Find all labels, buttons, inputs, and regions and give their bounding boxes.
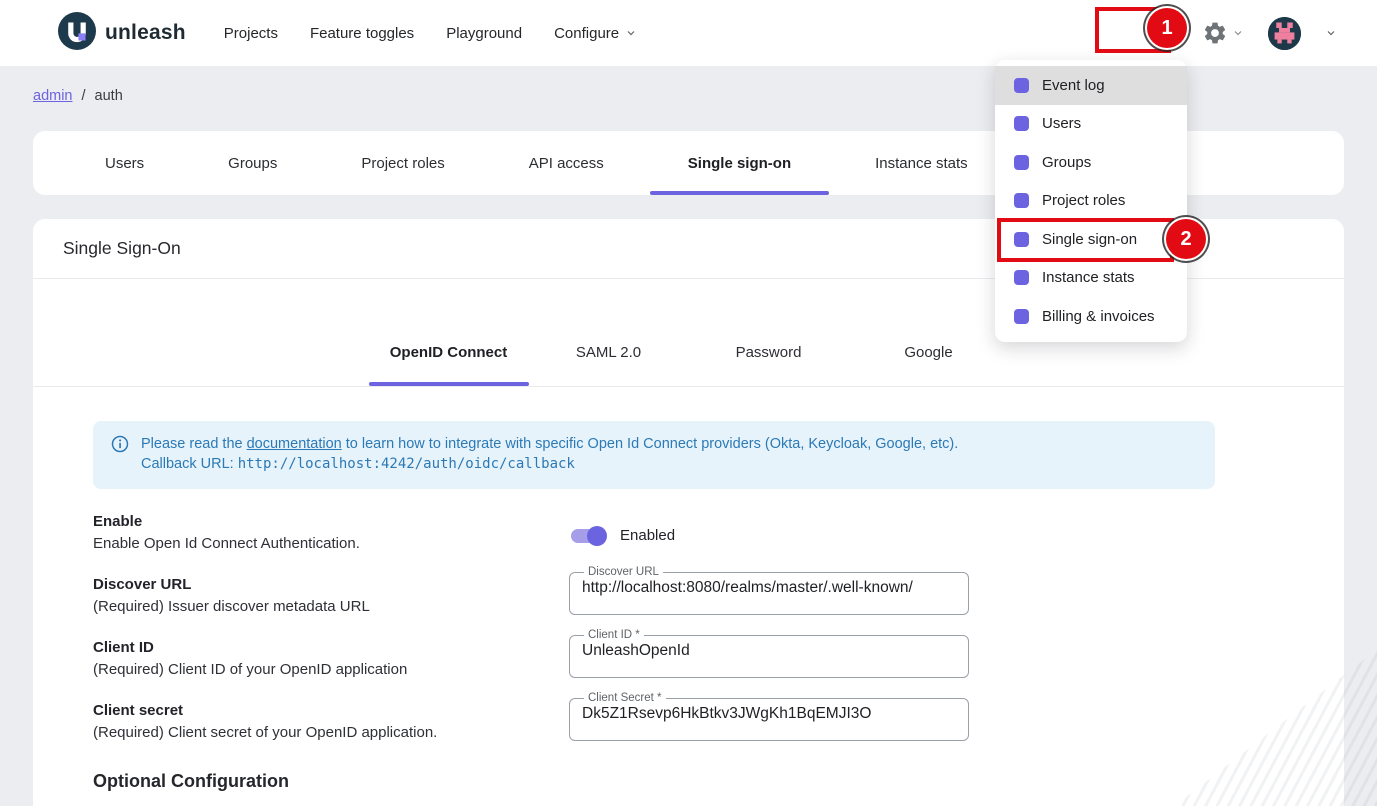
nav-feature-toggles[interactable]: Feature toggles [310,25,414,42]
client-id-description: (Required) Client ID of your OpenID appl… [93,661,569,678]
user-avatar[interactable] [1268,17,1301,50]
client-id-label: Client ID [93,639,569,656]
menu-item-groups[interactable]: Groups [995,143,1187,182]
client-id-input-label: Client ID * [584,629,644,641]
oidc-form: Please read the documentation to learn h… [33,387,1344,792]
gear-icon [1202,20,1228,46]
client-secret-input-label: Client Secret * [584,692,666,704]
menu-square-icon [1014,270,1029,285]
client-secret-input[interactable] [582,704,956,731]
menu-square-icon [1014,193,1029,208]
discover-url-input-label: Discover URL [584,566,663,578]
client-secret-fieldset: Client Secret * [569,692,969,741]
tab-users[interactable]: Users [63,131,186,195]
annotation-badge-1: 1 [1147,8,1187,48]
tab-instance-stats[interactable]: Instance stats [833,131,1010,195]
discover-url-label: Discover URL [93,576,569,593]
info-icon [111,435,129,453]
menu-item-billing-invoices[interactable]: Billing & invoices [995,297,1187,336]
menu-item-label: Single sign-on [1042,231,1137,248]
chevron-down-icon [625,27,637,39]
menu-square-icon [1014,232,1029,247]
callback-url-value: http://localhost:4242/auth/oidc/callback [238,456,575,472]
profile-chevron-down-icon[interactable] [1325,27,1337,39]
enable-label: Enable [93,513,569,530]
nav-configure-label: Configure [554,25,619,42]
menu-item-instance-stats[interactable]: Instance stats [995,259,1187,298]
menu-item-label: Billing & invoices [1042,308,1155,325]
enable-toggle-group: Enabled [569,519,675,552]
discover-url-description: (Required) Issuer discover metadata URL [93,598,569,615]
breadcrumb-admin-link[interactable]: admin [33,88,73,104]
menu-square-icon [1014,116,1029,131]
tab-groups[interactable]: Groups [186,131,319,195]
client-secret-description: (Required) Client secret of your OpenID … [93,724,569,741]
callback-url-label: Callback URL: [141,456,234,472]
enable-row: Enable Enable Open Id Connect Authentica… [93,513,1284,552]
discover-url-labels: Discover URL (Required) Issuer discover … [93,576,569,615]
menu-item-label: Project roles [1042,192,1125,209]
unleash-logo-icon [58,12,96,55]
menu-item-label: Groups [1042,154,1091,171]
tab-openid-connect[interactable]: OpenID Connect [369,323,529,386]
unleash-logo[interactable]: unleash [58,12,186,55]
settings-dropdown-menu: Event log Users Groups Project roles Sin… [995,60,1187,342]
menu-square-icon [1014,155,1029,170]
brand-name: unleash [105,21,186,45]
annotation-badge-2: 2 [1166,219,1206,259]
optional-configuration-heading: Optional Configuration [93,771,1284,792]
client-id-labels: Client ID (Required) Client ID of your O… [93,639,569,678]
discover-url-row: Discover URL (Required) Issuer discover … [93,576,1284,615]
enable-toggle[interactable] [569,526,607,546]
menu-item-event-log[interactable]: Event log [995,66,1187,105]
tab-project-roles[interactable]: Project roles [319,131,486,195]
tab-google[interactable]: Google [849,323,1009,386]
main-nav: Projects Feature toggles Playground Conf… [224,25,637,42]
menu-item-label: Instance stats [1042,269,1135,286]
client-id-fieldset: Client ID * [569,629,969,678]
settings-menu-button[interactable] [1202,20,1244,46]
info-alert-text: Please read the documentation to learn h… [141,434,958,474]
tab-saml[interactable]: SAML 2.0 [529,323,689,386]
discover-url-input[interactable] [582,578,956,605]
enable-description: Enable Open Id Connect Authentication. [93,535,569,552]
tab-single-sign-on[interactable]: Single sign-on [646,131,833,195]
page-title: Single Sign-On [63,238,181,259]
tab-password[interactable]: Password [689,323,849,386]
menu-item-single-sign-on[interactable]: Single sign-on [995,220,1187,259]
tab-api-access[interactable]: API access [487,131,646,195]
chevron-down-icon [1232,27,1244,39]
toggle-thumb [587,526,607,546]
nav-configure[interactable]: Configure [554,25,637,42]
menu-item-label: Event log [1042,77,1105,94]
menu-item-project-roles[interactable]: Project roles [995,182,1187,221]
client-id-row: Client ID (Required) Client ID of your O… [93,639,1284,678]
menu-square-icon [1014,309,1029,324]
alert-text-after: to learn how to integrate with specific … [342,436,959,452]
nav-projects[interactable]: Projects [224,25,278,42]
breadcrumb-current: auth [95,88,123,104]
breadcrumb-separator: / [82,88,86,104]
alert-text-before: Please read the [141,436,247,452]
documentation-link[interactable]: documentation [247,436,342,452]
enable-labels: Enable Enable Open Id Connect Authentica… [93,513,569,552]
enable-toggle-label: Enabled [620,527,675,544]
menu-square-icon [1014,78,1029,93]
client-id-input[interactable] [582,641,956,668]
menu-item-users[interactable]: Users [995,105,1187,144]
client-secret-row: Client secret (Required) Client secret o… [93,702,1284,741]
info-alert: Please read the documentation to learn h… [93,421,1215,489]
client-secret-label: Client secret [93,702,569,719]
discover-url-fieldset: Discover URL [569,566,969,615]
menu-item-label: Users [1042,115,1081,132]
nav-playground[interactable]: Playground [446,25,522,42]
client-secret-labels: Client secret (Required) Client secret o… [93,702,569,741]
